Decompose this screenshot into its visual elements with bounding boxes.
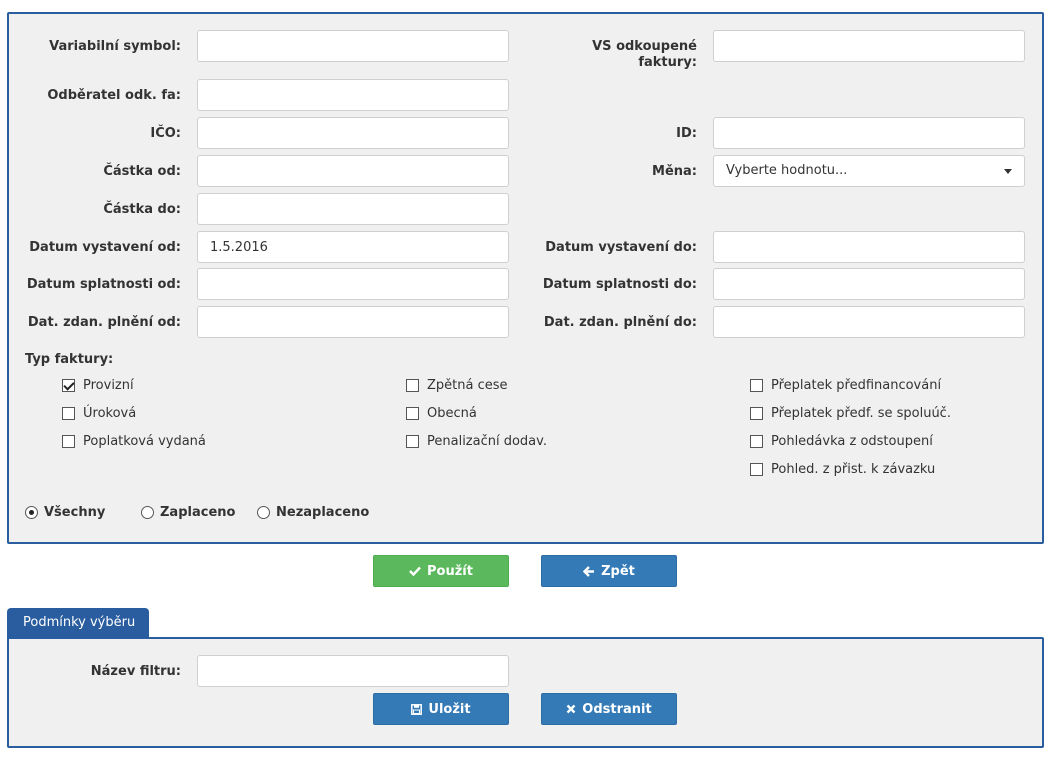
checkbox-box[interactable] [406,435,419,448]
mena-select[interactable]: Vyberte hodnotu... [713,155,1025,187]
mena-label: Měna: [652,164,697,179]
checkbox-preplatek-predfinancovani[interactable]: Přeplatek předfinancování [750,378,941,393]
datum-vystaveni-od-input[interactable] [197,231,509,263]
datum-vystaveni-do-input[interactable] [713,231,1025,263]
filter-name-input[interactable] [197,655,509,687]
checkbox-label: Úroková [83,406,137,421]
apply-button[interactable]: Použít [373,555,509,587]
vs-odkoupene-label: VS odkoupené faktury: [529,39,697,71]
checkbox-label: Zpětná cese [427,378,508,393]
ico-label: IČO: [150,126,181,141]
vs-odkoupene-label-line2: faktury: [638,55,697,70]
checkbox-box[interactable] [62,407,75,420]
checkbox-box[interactable] [750,435,763,448]
apply-button-label: Použít [427,563,473,579]
close-icon [566,704,576,714]
check-icon [409,566,421,576]
checkbox-label: Přeplatek předf. se spoluúč. [771,406,951,421]
dat-zdan-od-input[interactable] [197,306,509,338]
save-button-label: Uložit [428,701,471,717]
radio-circle[interactable] [25,506,38,519]
checkbox-zpetna-cese[interactable]: Zpětná cese [406,378,508,393]
checkbox-provizni[interactable]: Provizní [62,378,134,393]
checkbox-label: Poplatková vydaná [83,434,206,449]
typ-faktury-title: Typ faktury: [25,352,114,367]
id-input[interactable] [713,117,1025,149]
radio-nezaplaceno[interactable]: Nezaplaceno [257,505,369,520]
checkbox-box[interactable] [750,407,763,420]
checkbox-pohled-z-prist-k-zavazku[interactable]: Pohled. z přist. k závazku [750,462,935,477]
checkbox-label: Provizní [83,378,134,393]
checkbox-poplatkova-vydana[interactable]: Poplatková vydaná [62,434,206,449]
dat-zdan-do-label: Dat. zdan. plnění do: [543,315,697,330]
back-button-label: Zpět [601,563,635,579]
variabilni-symbol-label: Variabilní symbol: [49,39,181,54]
back-button[interactable]: Zpět [541,555,677,587]
checkbox-preplatek-predf-spoluuc[interactable]: Přeplatek předf. se spoluúč. [750,406,951,421]
checkbox-box[interactable] [406,379,419,392]
checkbox-box[interactable] [406,407,419,420]
radio-circle[interactable] [141,506,154,519]
chevron-down-icon [1004,169,1012,174]
datum-splatnosti-od-input[interactable] [197,268,509,300]
odberatel-label: Odběratel odk. fa: [47,88,181,103]
datum-vystaveni-od-label: Datum vystavení od: [29,240,181,255]
castka-do-input[interactable] [197,193,509,225]
vs-odkoupene-label-line1: VS odkoupené [592,39,697,54]
checkbox-box[interactable] [62,435,75,448]
radio-vsechny[interactable]: Všechny [25,505,105,520]
filter-save-panel: Název filtru: Uložit Odstranit [7,637,1044,748]
delete-button-label: Odstranit [582,701,652,717]
vs-odkoupene-input[interactable] [713,30,1025,62]
invoice-filter-panel: Variabilní symbol: VS odkoupené faktury:… [7,12,1044,544]
odberatel-input[interactable] [197,79,509,111]
datum-splatnosti-do-input[interactable] [713,268,1025,300]
checkbox-label: Penalizační dodav. [427,434,547,449]
radio-circle[interactable] [257,506,270,519]
checkbox-label: Pohledávka z odstoupení [771,434,933,449]
checkbox-label: Pohled. z přist. k závazku [771,462,936,477]
checkbox-penalizacni-dodav[interactable]: Penalizační dodav. [406,434,547,449]
checkbox-box[interactable] [62,379,75,392]
floppy-disk-icon [411,703,423,715]
castka-do-label: Částka do: [103,202,181,217]
dat-zdan-od-label: Dat. zdan. plnění od: [27,315,181,330]
mena-select-value: Vyberte hodnotu... [726,163,848,178]
checkbox-box[interactable] [750,379,763,392]
radio-zaplaceno[interactable]: Zaplaceno [141,505,235,520]
filter-name-label: Název filtru: [90,664,181,679]
checkbox-urokova[interactable]: Úroková [62,406,136,421]
tab-podminky-vyberu[interactable]: Podmínky výběru [7,608,149,638]
datum-vystaveni-do-label: Datum vystavení do: [545,240,697,255]
variabilni-symbol-input[interactable] [197,30,509,62]
ico-input[interactable] [197,117,509,149]
delete-button[interactable]: Odstranit [541,693,677,725]
checkbox-label: Přeplatek předfinancování [771,378,942,393]
datum-splatnosti-od-label: Datum splatnosti od: [26,277,181,292]
radio-label: Všechny [44,505,106,520]
castka-od-label: Částka od: [103,164,181,179]
checkbox-pohledavka-z-odstoupeni[interactable]: Pohledávka z odstoupení [750,434,933,449]
radio-label: Nezaplaceno [276,505,370,520]
checkbox-obecna[interactable]: Obecná [406,406,477,421]
castka-od-input[interactable] [197,155,509,187]
checkbox-box[interactable] [750,463,763,476]
radio-label: Zaplaceno [160,505,236,520]
save-button[interactable]: Uložit [373,693,509,725]
id-label: ID: [676,126,697,141]
dat-zdan-do-input[interactable] [713,306,1025,338]
arrow-left-icon [583,565,595,577]
checkbox-label: Obecná [427,406,477,421]
datum-splatnosti-do-label: Datum splatnosti do: [542,277,697,292]
